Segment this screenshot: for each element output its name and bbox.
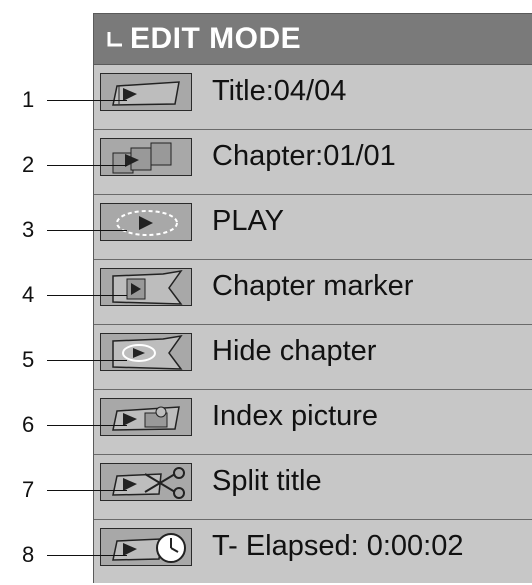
callout-line: [47, 425, 127, 426]
menu-item-label: Chapter:01/01: [212, 140, 396, 172]
play-loop-icon: [100, 203, 192, 241]
chapter-marker-flag-icon: [100, 268, 192, 306]
title-folder-icon: [100, 73, 192, 111]
scissors-icon: [100, 463, 192, 501]
menu-title: EDIT MODE: [130, 22, 302, 55]
clock-icon: [100, 528, 192, 566]
callout-line: [47, 555, 127, 556]
callout-line: [47, 230, 127, 231]
menu-item-label: Chapter marker: [212, 270, 414, 302]
menu-item-label: PLAY: [212, 205, 285, 237]
menu-item-label: Index picture: [212, 400, 379, 432]
callout-number: 1: [22, 87, 35, 112]
menu-item-title[interactable]: Title:04/04: [94, 65, 532, 130]
callout-line: [47, 295, 127, 296]
callout-line: [47, 490, 127, 491]
callout-number: 7: [22, 477, 35, 502]
menu-item-label: Hide chapter: [212, 335, 377, 367]
callout-number: 8: [22, 542, 35, 567]
corner-bracket-icon: [107, 32, 122, 47]
callout-number: 3: [22, 217, 35, 242]
callout-number: 6: [22, 412, 35, 437]
menu-item-play[interactable]: PLAY: [94, 195, 532, 260]
callout-line: [47, 360, 127, 361]
menu-item-index-picture[interactable]: Index picture: [94, 390, 532, 455]
edit-mode-menu: EDIT MODE Title:04/04 Chapter:01/01 PLAY…: [93, 13, 532, 583]
menu-item-label: T- Elapsed: 0:00:02: [212, 530, 464, 562]
menu-item-label: Split title: [212, 465, 322, 497]
menu-item-hide-chapter[interactable]: Hide chapter: [94, 325, 532, 390]
menu-item-time-elapsed[interactable]: T- Elapsed: 0:00:02: [94, 520, 532, 585]
callout-number: 2: [22, 152, 35, 177]
index-picture-icon: [100, 398, 192, 436]
callout-line: [47, 100, 127, 101]
callout-number: 4: [22, 282, 35, 307]
hide-chapter-flag-icon: [100, 333, 192, 371]
menu-item-chapter[interactable]: Chapter:01/01: [94, 130, 532, 195]
menu-header: EDIT MODE: [94, 13, 532, 65]
menu-item-chapter-marker[interactable]: Chapter marker: [94, 260, 532, 325]
callout-number: 5: [22, 347, 35, 372]
menu-item-split-title[interactable]: Split title: [94, 455, 532, 520]
callout-line: [47, 165, 127, 166]
menu-item-label: Title:04/04: [212, 75, 347, 107]
chapter-grid-icon: [100, 138, 192, 176]
